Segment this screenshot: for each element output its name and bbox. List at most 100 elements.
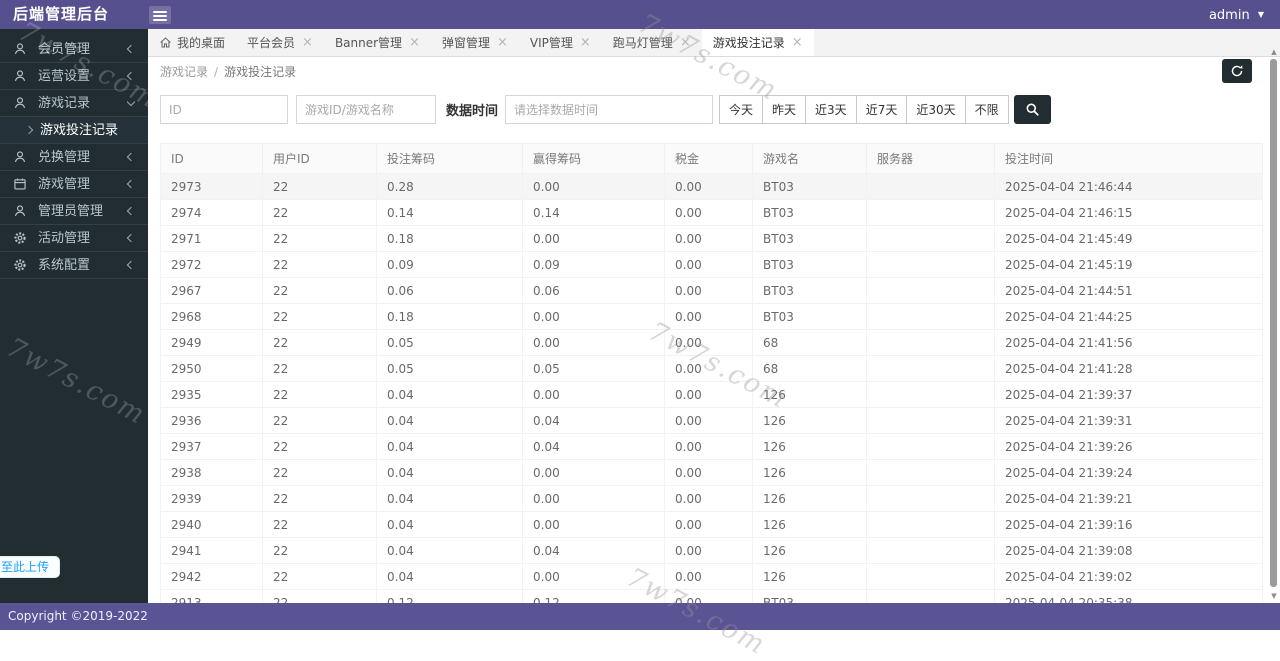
close-icon[interactable]: ×	[409, 36, 420, 49]
tab-label: VIP管理	[530, 34, 573, 51]
table-row[interactable]: 2936220.040.040.001262025-04-04 21:39:31	[161, 408, 1263, 434]
tab-6[interactable]: 游戏投注记录×	[702, 29, 814, 56]
sidebar-item-5[interactable]: 管理员管理	[0, 198, 148, 225]
sidebar-item-6[interactable]: 活动管理	[0, 225, 148, 252]
tab-2[interactable]: Banner管理×	[324, 29, 431, 56]
user-icon	[12, 41, 28, 57]
table-row[interactable]: 2967220.060.060.00BT032025-04-04 21:44:5…	[161, 278, 1263, 304]
table-row[interactable]: 2973220.280.000.00BT032025-04-04 21:46:4…	[161, 174, 1263, 200]
table-cell: 68	[753, 330, 867, 356]
user-menu[interactable]: admin ▼	[1209, 0, 1264, 30]
tab-0[interactable]: 我的桌面	[148, 29, 236, 56]
table-row[interactable]: 2968220.180.000.00BT032025-04-04 21:44:2…	[161, 304, 1263, 330]
date-filter-input[interactable]	[505, 95, 713, 124]
range-button-5[interactable]: 不限	[965, 95, 1009, 124]
chevron-down-icon	[127, 97, 135, 105]
table-row[interactable]: 2950220.050.050.00682025-04-04 21:41:28	[161, 356, 1263, 382]
app-title: 后端管理后台	[13, 0, 109, 29]
sidebar-item-4[interactable]: 游戏管理	[0, 171, 148, 198]
sidebar-toggle-button[interactable]	[149, 6, 171, 24]
table-cell: 0.00	[523, 330, 665, 356]
table-cell: 2941	[161, 538, 263, 564]
sidebar-item-1[interactable]: 运营设置	[0, 63, 148, 90]
table-row[interactable]: 2972220.090.090.00BT032025-04-04 21:45:1…	[161, 252, 1263, 278]
refresh-button[interactable]	[1222, 59, 1252, 83]
table-row[interactable]: 2949220.050.000.00682025-04-04 21:41:56	[161, 330, 1263, 356]
sidebar-subitem-2-0[interactable]: 游戏投注记录	[0, 117, 148, 144]
close-icon[interactable]: ×	[580, 36, 591, 49]
table-cell: 2025-04-04 21:46:15	[995, 200, 1263, 226]
close-icon[interactable]: ×	[497, 36, 508, 49]
table-cell: 2025-04-04 21:39:26	[995, 434, 1263, 460]
sidebar-item-2[interactable]: 游戏记录	[0, 90, 148, 117]
chevron-left-icon	[127, 153, 135, 161]
refresh-icon	[1230, 64, 1244, 78]
table-cell: 0.05	[377, 356, 523, 382]
table-row[interactable]: 2937220.040.040.001262025-04-04 21:39:26	[161, 434, 1263, 460]
tab-5[interactable]: 跑马灯管理 ×	[602, 29, 702, 56]
close-icon[interactable]: ×	[680, 36, 691, 49]
vertical-scrollbar[interactable]: ▲ ▼	[1269, 48, 1279, 600]
tab-label: 平台会员	[247, 34, 295, 51]
close-icon[interactable]: ×	[792, 36, 803, 49]
table-cell: 0.04	[523, 408, 665, 434]
sidebar-item-3[interactable]: 兑换管理	[0, 144, 148, 171]
range-button-0[interactable]: 今天	[719, 95, 763, 124]
table-cell: BT03	[753, 174, 867, 200]
table-row[interactable]: 2940220.040.000.001262025-04-04 21:39:16	[161, 512, 1263, 538]
table-row[interactable]: 2935220.040.000.001262025-04-04 21:39:37	[161, 382, 1263, 408]
tab-label: 跑马灯管理	[613, 34, 673, 51]
table-cell: 126	[753, 460, 867, 486]
column-header: 税金	[665, 144, 753, 174]
table-cell: 2025-04-04 21:45:49	[995, 226, 1263, 252]
table-cell: 2025-04-04 21:44:25	[995, 304, 1263, 330]
table-cell: 0.04	[377, 486, 523, 512]
scroll-up-icon[interactable]: ▲	[1269, 48, 1279, 56]
table-row[interactable]: 2942220.040.000.001262025-04-04 21:39:02	[161, 564, 1263, 590]
table-row[interactable]: 2974220.140.140.00BT032025-04-04 21:46:1…	[161, 200, 1263, 226]
range-button-4[interactable]: 近30天	[906, 95, 965, 124]
close-icon[interactable]: ×	[302, 36, 313, 49]
breadcrumb-section[interactable]: 游戏记录	[160, 65, 208, 79]
table-cell: 0.00	[665, 486, 753, 512]
table-cell: 0.00	[665, 590, 753, 604]
tab-1[interactable]: 平台会员 ×	[236, 29, 324, 56]
table-cell: 2025-04-04 21:39:24	[995, 460, 1263, 486]
table-cell: 0.04	[523, 538, 665, 564]
sidebar-item-0[interactable]: 会员管理	[0, 36, 148, 63]
table-row[interactable]: 2971220.180.000.00BT032025-04-04 21:45:4…	[161, 226, 1263, 252]
sidebar-item-7[interactable]: 系统配置	[0, 252, 148, 279]
table-cell: 0.00	[665, 460, 753, 486]
table-cell: 22	[263, 200, 377, 226]
table-cell: 22	[263, 304, 377, 330]
table-cell: 2950	[161, 356, 263, 382]
game-filter-input[interactable]	[296, 95, 436, 124]
table-row[interactable]: 2913220.120.120.00BT032025-04-04 20:35:3…	[161, 590, 1263, 604]
table-cell: 0.00	[523, 226, 665, 252]
table-cell: 0.00	[665, 382, 753, 408]
table-cell	[867, 486, 995, 512]
scroll-down-icon[interactable]: ▼	[1269, 592, 1279, 600]
scrollbar-thumb[interactable]	[1270, 59, 1277, 587]
table-cell: 2025-04-04 21:39:21	[995, 486, 1263, 512]
tab-3[interactable]: 弹窗管理×	[431, 29, 519, 56]
table-row[interactable]: 2938220.040.000.001262025-04-04 21:39:24	[161, 460, 1263, 486]
upload-drop-button[interactable]: 至此上传	[0, 556, 60, 578]
range-button-3[interactable]: 近7天	[856, 95, 908, 124]
table-cell: 2974	[161, 200, 263, 226]
table-row[interactable]: 2941220.040.040.001262025-04-04 21:39:08	[161, 538, 1263, 564]
table-row[interactable]: 2939220.040.000.001262025-04-04 21:39:21	[161, 486, 1263, 512]
table-cell: BT03	[753, 304, 867, 330]
search-button[interactable]	[1014, 95, 1051, 124]
range-button-1[interactable]: 昨天	[762, 95, 806, 124]
table-cell: 0.14	[377, 200, 523, 226]
table-cell: 2938	[161, 460, 263, 486]
range-button-2[interactable]: 近3天	[805, 95, 857, 124]
table-cell: 0.06	[377, 278, 523, 304]
table-cell: 2025-04-04 21:39:37	[995, 382, 1263, 408]
table-cell	[867, 382, 995, 408]
username-label: admin	[1209, 8, 1250, 23]
tab-4[interactable]: VIP管理 ×	[519, 29, 602, 56]
id-filter-input[interactable]	[160, 95, 288, 124]
table-cell: 0.00	[665, 174, 753, 200]
